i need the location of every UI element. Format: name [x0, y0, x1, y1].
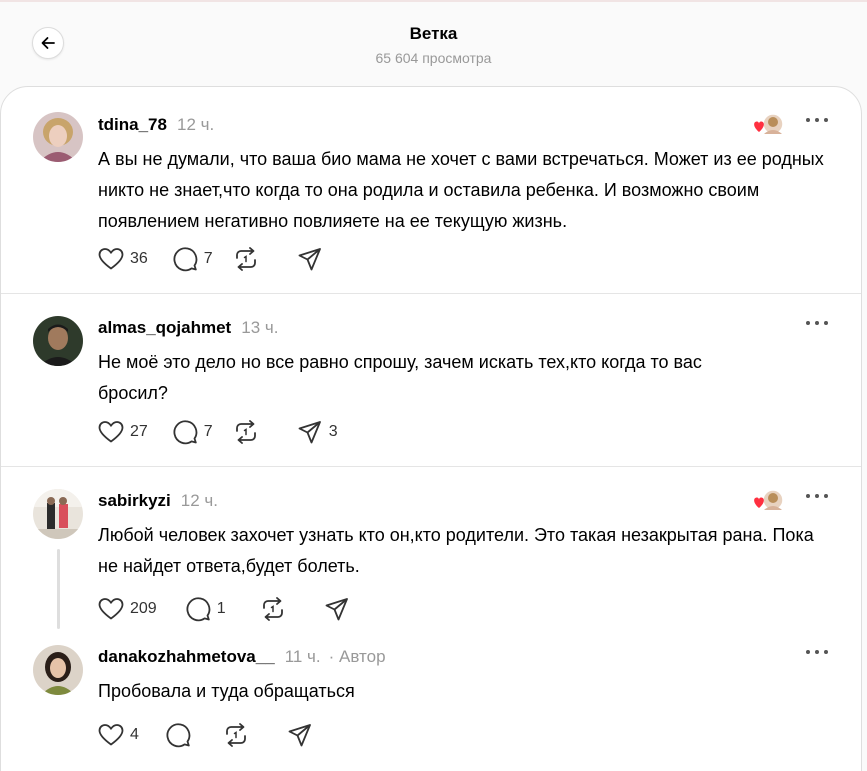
- send-icon: [288, 724, 311, 747]
- page-header: Ветка 65 604 просмотра: [0, 0, 867, 88]
- post-text: Пробовала и туда обращаться: [98, 681, 355, 701]
- post-reply: danakozhahmetova__ 11 ч. · Автор Пробова…: [1, 617, 861, 771]
- reply-button[interactable]: 7: [172, 246, 213, 272]
- liked-by-author-badge: [751, 113, 785, 137]
- heart-icon: [98, 421, 124, 443]
- more-options-button[interactable]: [806, 318, 828, 328]
- post: sabirkyzi 12 ч. Любой человек захочет уз…: [1, 467, 861, 637]
- username[interactable]: tdina_78: [98, 115, 167, 135]
- send-icon: [298, 421, 321, 444]
- author-badge: · Автор: [328, 647, 386, 666]
- reply-count: 7: [203, 250, 213, 267]
- heart-icon: [754, 497, 764, 508]
- repost-button[interactable]: [233, 419, 259, 445]
- avatar[interactable]: [33, 489, 83, 539]
- share-button[interactable]: [287, 722, 313, 748]
- send-icon: [298, 248, 321, 271]
- reply-count: 7: [203, 423, 213, 440]
- username[interactable]: danakozhahmetova__: [98, 647, 275, 667]
- repost-icon: [226, 723, 246, 747]
- reply-count: 1: [216, 600, 226, 617]
- like-button[interactable]: 27: [98, 420, 148, 444]
- like-count: 4: [130, 726, 139, 743]
- more-options-button[interactable]: [806, 491, 828, 501]
- comment-icon: [173, 420, 198, 445]
- timestamp[interactable]: 11 ч.: [285, 647, 321, 667]
- post: tdina_78 12 ч. А вы не думали, что ваша …: [1, 87, 861, 293]
- like-count: 36: [130, 250, 148, 267]
- liked-by-author-badge: [751, 489, 785, 513]
- share-button[interactable]: [297, 246, 323, 272]
- share-button[interactable]: 3: [297, 419, 338, 445]
- view-count: 65 604 просмотра: [375, 50, 492, 66]
- page-title: Ветка: [409, 24, 458, 43]
- reply-button[interactable]: [165, 722, 191, 748]
- repost-button[interactable]: [233, 246, 259, 272]
- comment-icon: [166, 723, 191, 748]
- reply-button[interactable]: 7: [172, 419, 213, 445]
- like-count: 27: [130, 423, 148, 440]
- comment-icon: [173, 247, 198, 272]
- post-text: А вы не думали, что ваша био мама не хоч…: [98, 149, 824, 231]
- timestamp[interactable]: 12 ч.: [181, 491, 218, 511]
- avatar[interactable]: [33, 645, 83, 695]
- username[interactable]: almas_qojahmet: [98, 318, 231, 338]
- thread-card: tdina_78 12 ч. А вы не думали, что ваша …: [0, 86, 862, 771]
- more-options-button[interactable]: [806, 115, 828, 125]
- repost-icon: [235, 247, 256, 271]
- username[interactable]: sabirkyzi: [98, 491, 171, 511]
- like-count: 209: [130, 600, 157, 617]
- share-count: 3: [328, 423, 338, 440]
- heart-icon: [98, 724, 124, 746]
- repost-button[interactable]: [223, 722, 249, 748]
- more-options-button[interactable]: [806, 647, 828, 657]
- like-button[interactable]: 36: [98, 247, 148, 271]
- post-text: Любой человек захочет узнать кто он,кто …: [98, 525, 814, 576]
- avatar[interactable]: [33, 112, 83, 162]
- repost-icon: [235, 420, 256, 444]
- like-button[interactable]: 4: [98, 723, 139, 747]
- timestamp[interactable]: 13 ч.: [241, 318, 278, 338]
- avatar[interactable]: [33, 316, 83, 366]
- heart-icon: [754, 121, 764, 132]
- post-text: Не моё это дело но все равно спрошу, зач…: [98, 352, 702, 403]
- timestamp[interactable]: 12 ч.: [177, 115, 214, 135]
- heart-icon: [98, 248, 124, 270]
